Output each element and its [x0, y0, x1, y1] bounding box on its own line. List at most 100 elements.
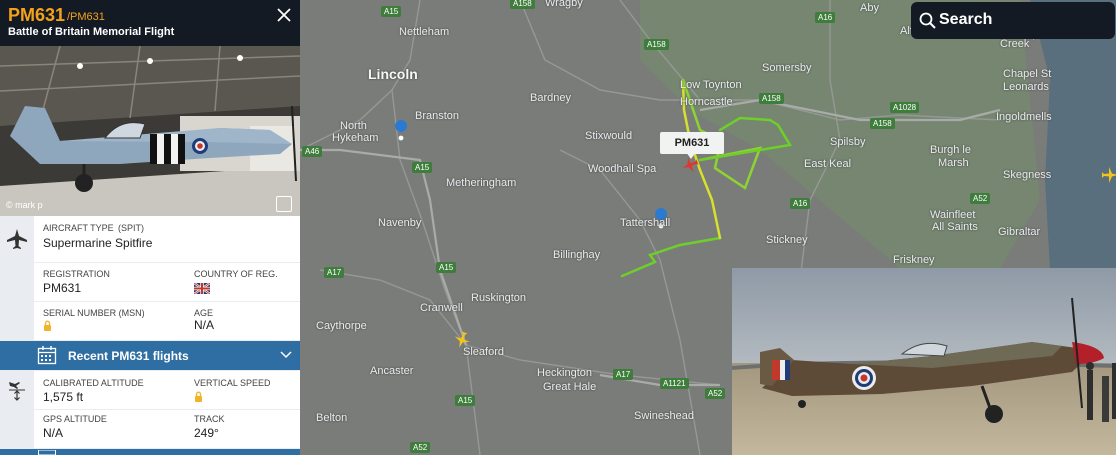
place-label: Chapel St	[1003, 68, 1052, 80]
road-label: A17	[324, 267, 345, 278]
expand-icon[interactable]	[276, 196, 292, 212]
age-label: AGE	[194, 308, 214, 318]
place-label: Ingoldmells	[996, 111, 1052, 123]
place-label: East Keal	[804, 158, 852, 170]
place-label: Billinghay	[553, 249, 601, 261]
road-label: A158	[759, 93, 784, 104]
place-label: Navenby	[378, 217, 422, 229]
place-label: Caythorpe	[316, 320, 367, 332]
road-label: A1121	[660, 378, 689, 389]
place-label: Sleaford	[463, 346, 504, 358]
road-label: A16	[790, 198, 811, 209]
operator-name: Battle of Britain Memorial Flight	[8, 26, 175, 38]
aircraft-type-label: AIRCRAFT TYPE	[43, 223, 114, 233]
place-label: Ruskington	[471, 292, 527, 304]
place-label: Creek	[1000, 38, 1030, 50]
road-label: A52	[970, 193, 991, 204]
recent-flights-bar[interactable]: Recent PM631 flights	[0, 341, 300, 370]
serial-number-label: SERIAL NUMBER (MSN)	[43, 308, 145, 318]
age-value: N/A	[194, 318, 215, 332]
aircraft-section-icon-cell	[0, 216, 34, 340]
place-label: Swineshead	[634, 410, 694, 422]
place-label: Burgh le	[930, 144, 971, 156]
place-label: Belton	[316, 412, 348, 424]
calibrated-altitude-label: CALIBRATED ALTITUDE	[43, 378, 144, 388]
place-label: Leonards	[1003, 81, 1049, 93]
place-label: Great Hale	[543, 381, 597, 393]
road-label: A15	[381, 6, 402, 17]
chevron-down-icon	[280, 351, 292, 359]
photo-credit: © mark p	[6, 200, 43, 210]
place-label: All Saints	[932, 221, 978, 233]
aircraft-type-value: Supermarine Spitfire	[43, 236, 153, 250]
place-label: Horncastle	[680, 96, 733, 108]
calibrated-altitude-value: 1,575 ft	[43, 390, 84, 404]
calendar-icon	[37, 346, 57, 365]
place-label: North	[340, 120, 367, 132]
country-label: COUNTRY OF REG.	[194, 269, 278, 279]
airplane-icon	[7, 229, 27, 249]
road-label: A15	[455, 395, 476, 406]
road-label: A158	[870, 118, 895, 129]
spitfire-photo-overlay	[732, 268, 1116, 455]
gps-altitude-value: N/A	[43, 426, 64, 440]
road-label: A16	[815, 12, 836, 23]
road-label: A15	[436, 262, 457, 273]
altitude-icon	[9, 382, 25, 401]
aircraft-callout-label[interactable]: PM631	[660, 132, 724, 154]
callout-pointer	[686, 152, 696, 159]
recent-flights-label: Recent PM631 flights	[68, 349, 189, 363]
lock-icon[interactable]	[194, 391, 203, 402]
road-label: A52	[410, 442, 431, 453]
road-label: A15	[412, 162, 433, 173]
vertical-speed-label: VERTICAL SPEED	[194, 378, 271, 388]
callsign-secondary: /PM631	[67, 11, 105, 23]
track-value: 249°	[194, 426, 219, 440]
road-label: A158	[644, 39, 669, 50]
place-label: Low Toynton	[680, 79, 742, 91]
place-label: Wragby	[545, 0, 583, 9]
place-label: Nettleham	[399, 26, 450, 38]
calendar-icon	[38, 450, 56, 455]
road-label: A46	[302, 146, 323, 157]
panel-header: PM631 /PM631 Battle of Britain Memorial …	[0, 0, 300, 46]
place-label: Ancaster	[370, 365, 414, 377]
aircraft-type-code: (SPIT)	[118, 223, 144, 233]
road-label: A17	[613, 369, 634, 380]
place-label: Tattershall	[620, 217, 671, 229]
aircraft-info-panel: PM631 /PM631 Battle of Britain Memorial …	[0, 0, 300, 455]
gps-altitude-label: GPS ALTITUDE	[43, 414, 107, 424]
search-button[interactable]: Search	[911, 2, 1115, 39]
registration-value: PM631	[43, 281, 82, 295]
place-label: Stickney	[766, 234, 808, 246]
search-icon	[919, 12, 936, 29]
place-label: Woodhall Spa	[588, 163, 657, 175]
altitude-section-icon-cell	[0, 371, 34, 451]
place-label: Friskney	[893, 254, 935, 266]
place-label: Aby	[860, 2, 879, 14]
next-section-bar[interactable]	[0, 449, 300, 455]
place-label: Gibraltar	[998, 226, 1041, 238]
search-label: Search	[939, 11, 993, 28]
place-label: Skegness	[1003, 169, 1052, 181]
aircraft-photo[interactable]: © mark p	[0, 46, 300, 216]
place-label: Stixwould	[585, 130, 633, 142]
place-label: Marsh	[938, 157, 969, 169]
registration-label: REGISTRATION	[43, 269, 110, 279]
track-label: TRACK	[194, 414, 225, 424]
place-label: Heckington	[537, 367, 593, 379]
uk-flag-icon	[194, 283, 210, 294]
lock-icon[interactable]	[43, 320, 52, 331]
place-label: Hykeham	[332, 132, 379, 144]
road-label: A52	[705, 388, 726, 399]
road-label: A158	[510, 0, 535, 9]
close-icon[interactable]	[274, 5, 294, 25]
road-label: A1028	[890, 102, 920, 113]
callsign: PM631	[8, 5, 66, 25]
place-label: Metheringham	[446, 177, 517, 189]
place-label: Somersby	[762, 62, 812, 74]
place-label: Bardney	[530, 92, 571, 104]
place-label: Lincoln	[368, 66, 418, 82]
place-label: Cranwell	[420, 302, 463, 314]
place-label: Branston	[415, 110, 460, 122]
